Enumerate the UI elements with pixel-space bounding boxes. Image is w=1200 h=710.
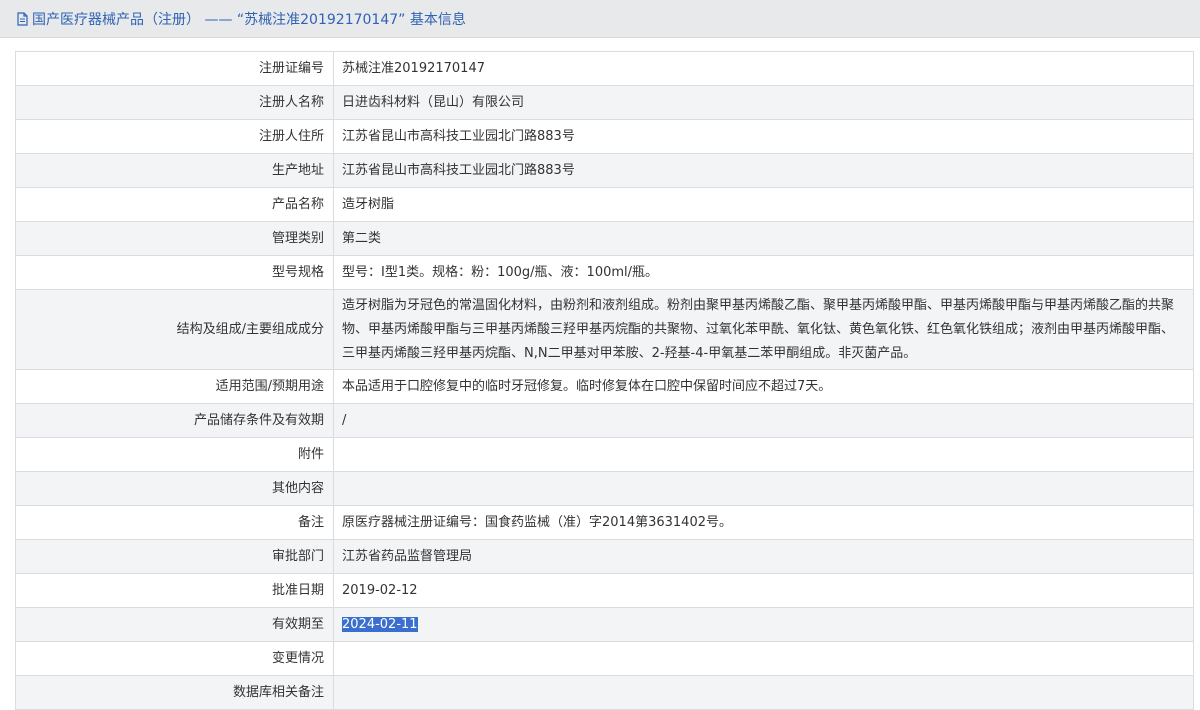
table-row-model-spec: 型号规格 型号：Ⅰ型1类。规格：粉：100g/瓶、液：100ml/瓶。: [15, 255, 1194, 290]
table-row-other-content: 其他内容: [15, 471, 1194, 506]
row-value: [333, 641, 1194, 676]
table-row-attachment: 附件: [15, 437, 1194, 472]
table-row-intended-use: 适用范围/预期用途 本品适用于口腔修复中的临时牙冠修复。临时修复体在口腔中保留时…: [15, 369, 1194, 404]
row-label: 适用范围/预期用途: [15, 369, 334, 404]
table-row-approval-department: 审批部门 江苏省药品监督管理局: [15, 539, 1194, 574]
row-label: 数据库相关备注: [15, 675, 334, 710]
table-row-registrant-address: 注册人住所 江苏省昆山市高科技工业园北门路883号: [15, 119, 1194, 154]
row-value[interactable]: 2024-02-11: [333, 607, 1194, 642]
row-value: 日进齿科材料（昆山）有限公司: [333, 85, 1194, 120]
info-table-container: 注册证编号 苏械注准20192170147 注册人名称 日进齿科材料（昆山）有限…: [15, 51, 1194, 710]
row-label: 注册证编号: [15, 51, 334, 86]
row-label: 附件: [15, 437, 334, 472]
row-value: [333, 437, 1194, 472]
document-icon: [17, 11, 28, 26]
row-label: 其他内容: [15, 471, 334, 506]
table-row-registrant-name: 注册人名称 日进齿科材料（昆山）有限公司: [15, 85, 1194, 120]
row-value: 江苏省药品监督管理局: [333, 539, 1194, 574]
row-label: 注册人住所: [15, 119, 334, 154]
row-label: 有效期至: [15, 607, 334, 642]
row-value: 造牙树脂: [333, 187, 1194, 222]
row-label: 型号规格: [15, 255, 334, 290]
table-row-production-address: 生产地址 江苏省昆山市高科技工业园北门路883号: [15, 153, 1194, 188]
page-header: 国产医疗器械产品（注册） —— “苏械注准20192170147” 基本信息: [0, 0, 1200, 38]
row-value: 2019-02-12: [333, 573, 1194, 608]
table-row-product-name: 产品名称 造牙树脂: [15, 187, 1194, 222]
row-value: 苏械注准20192170147: [333, 51, 1194, 86]
row-label: 备注: [15, 505, 334, 540]
row-value: 造牙树脂为牙冠色的常温固化材料，由粉剂和液剂组成。粉剂由聚甲基丙烯酸乙酯、聚甲基…: [333, 289, 1194, 370]
table-row-valid-until: 有效期至 2024-02-11: [15, 607, 1194, 642]
row-label: 注册人名称: [15, 85, 334, 120]
row-value: [333, 675, 1194, 710]
row-label: 生产地址: [15, 153, 334, 188]
row-label: 批准日期: [15, 573, 334, 608]
row-label: 管理类别: [15, 221, 334, 256]
info-table: 注册证编号 苏械注准20192170147 注册人名称 日进齿科材料（昆山）有限…: [15, 51, 1194, 710]
table-row-storage: 产品储存条件及有效期 /: [15, 403, 1194, 438]
row-value: 第二类: [333, 221, 1194, 256]
table-row-approval-date: 批准日期 2019-02-12: [15, 573, 1194, 608]
table-row-management-category: 管理类别 第二类: [15, 221, 1194, 256]
row-value: /: [333, 403, 1194, 438]
row-value: 江苏省昆山市高科技工业园北门路883号: [333, 119, 1194, 154]
row-value: 本品适用于口腔修复中的临时牙冠修复。临时修复体在口腔中保留时间应不超过7天。: [333, 369, 1194, 404]
row-value: 江苏省昆山市高科技工业园北门路883号: [333, 153, 1194, 188]
row-label: 审批部门: [15, 539, 334, 574]
row-label: 产品储存条件及有效期: [15, 403, 334, 438]
table-row-registration-number: 注册证编号 苏械注准20192170147: [15, 51, 1194, 86]
table-row-change-history: 变更情况: [15, 641, 1194, 676]
row-value: 原医疗器械注册证编号：国食药监械（准）字2014第3631402号。: [333, 505, 1194, 540]
row-value: 型号：Ⅰ型1类。规格：粉：100g/瓶、液：100ml/瓶。: [333, 255, 1194, 290]
row-label: 结构及组成/主要组成成分: [15, 289, 334, 370]
table-row-database-notes: 数据库相关备注: [15, 675, 1194, 710]
table-row-composition: 结构及组成/主要组成成分 造牙树脂为牙冠色的常温固化材料，由粉剂和液剂组成。粉剂…: [15, 289, 1194, 370]
row-label: 变更情况: [15, 641, 334, 676]
row-value: [333, 471, 1194, 506]
row-label: 产品名称: [15, 187, 334, 222]
table-row-remarks: 备注 原医疗器械注册证编号：国食药监械（准）字2014第3631402号。: [15, 505, 1194, 540]
selected-text[interactable]: 2024-02-11: [342, 616, 418, 632]
page-title: 国产医疗器械产品（注册） —— “苏械注准20192170147” 基本信息: [32, 11, 466, 28]
